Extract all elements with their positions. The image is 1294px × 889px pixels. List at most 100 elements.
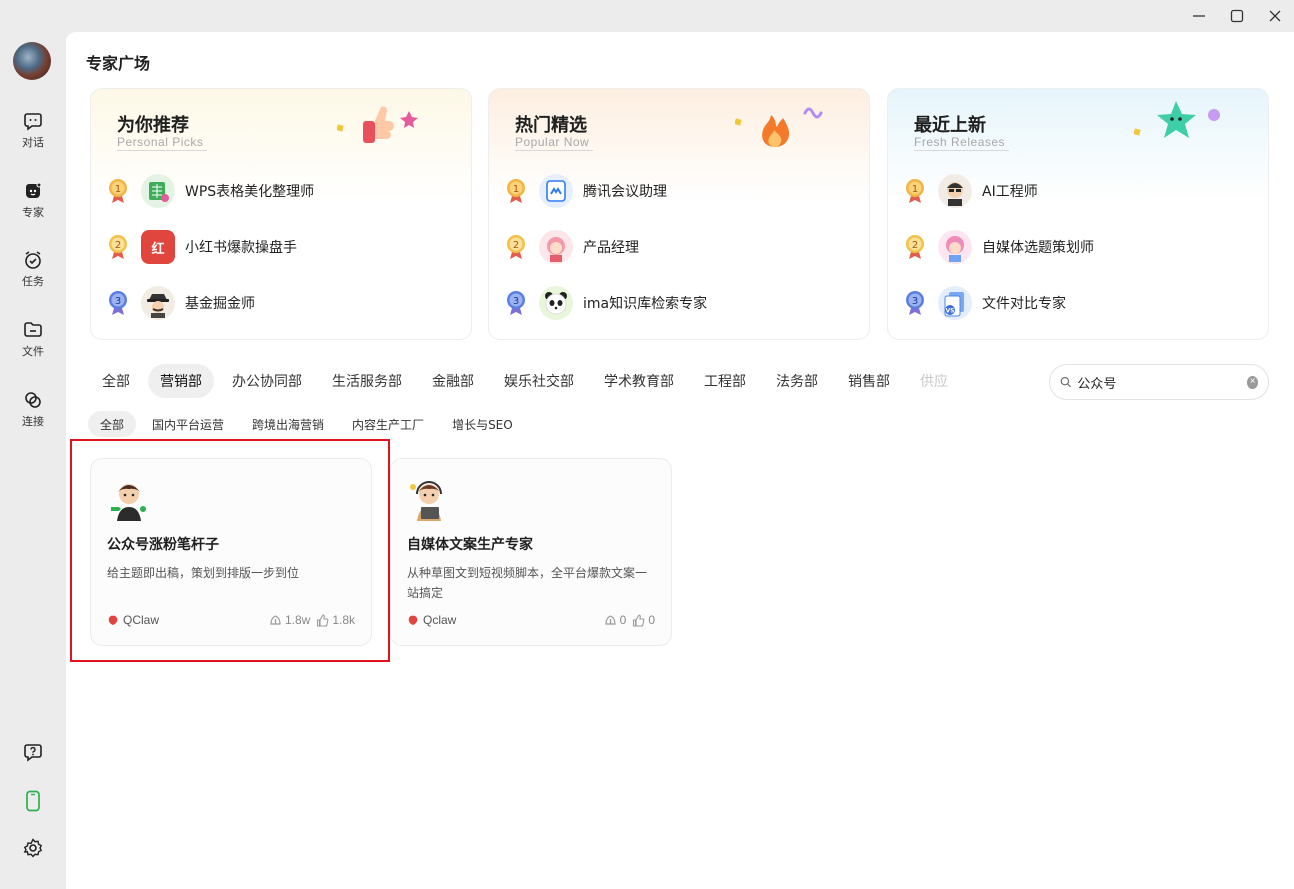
svg-text:1: 1 [912,184,918,195]
tab-office[interactable]: 办公协同部 [220,364,314,398]
expert-card[interactable]: 自媒体文案生产专家 从种草图文到短视频脚本，全平台爆款文案一站搞定 Qclaw … [390,458,672,646]
phone-icon [26,790,40,812]
sidebar-item-files[interactable]: 文件 [0,319,66,359]
subtab-growth-seo[interactable]: 增长与SEO [440,411,525,437]
window-controls [1180,0,1294,32]
list-item[interactable]: 3 ima知识库检索专家 [505,283,707,323]
expert-name: AI工程师 [982,184,1038,200]
list-item[interactable]: 1 腾讯会议助理 [505,171,667,211]
help-button[interactable] [0,742,66,762]
subcategory-tabs: 全部 国内平台运营 跨境出海营销 内容生产工厂 增长与SEO [88,411,529,437]
thumbs-up-icon [633,613,645,627]
user-avatar[interactable] [13,42,51,80]
tab-sales[interactable]: 销售部 [836,364,902,398]
featured-title: 热门精选 [515,115,587,136]
sidebar: 对话 专家 任务 文件 连接 [0,0,66,889]
subtab-content[interactable]: 内容生产工厂 [340,411,436,437]
search-input[interactable] [1077,374,1248,390]
close-icon [1269,10,1281,22]
tab-all[interactable]: 全部 [90,364,142,398]
author: Qclaw [407,613,456,627]
list-item[interactable]: 2 自媒体选题策划师 [904,227,1094,267]
sidebar-item-label: 文件 [22,345,44,358]
usage-icon [605,614,616,625]
tab-education[interactable]: 学术教育部 [592,364,686,398]
flame-icon [735,107,823,147]
svg-text:3: 3 [115,296,121,307]
close-button[interactable] [1256,0,1294,32]
bronze-medal-icon: 3 [904,290,926,316]
tab-entertainment[interactable]: 娱乐社交部 [492,364,586,398]
thumbs-up-icon [337,106,418,143]
silver-medal-icon: 2 [505,234,527,260]
featured-card-popular: 热门精选 Popular Now 1 腾讯会议助理 2 产品经理 3 ima知识… [488,88,870,340]
xiaohongshu-logo: 红 [141,230,175,264]
svg-text:2: 2 [912,240,918,251]
settings-button[interactable] [0,838,66,858]
mobile-button[interactable] [0,790,66,812]
expert-name: 基金掘金师 [185,296,255,312]
tab-legal[interactable]: 法务部 [764,364,830,398]
author-name: Qclaw [423,613,457,627]
sidebar-item-connect[interactable]: 连接 [0,389,66,429]
maximize-icon [1230,9,1244,23]
gold-medal-icon: 1 [505,178,527,204]
clear-icon[interactable]: × [1247,375,1258,389]
help-icon [24,744,42,762]
silver-medal-icon: 2 [904,234,926,260]
expert-name: 文件对比专家 [982,296,1066,312]
tencent-meeting-icon [539,174,573,208]
tab-finance[interactable]: 金融部 [420,364,486,398]
like-count: 0 [648,613,655,627]
sidebar-item-expert[interactable]: 专家 [0,180,66,220]
featured-card-recommend: 为你推荐 Personal Picks 1 WPS表格美化整理师 2 红 小红书… [90,88,472,340]
bronze-medal-icon: 3 [107,290,129,316]
expert-stats: 0 0 [604,613,655,627]
subtab-all[interactable]: 全部 [88,411,137,437]
tab-engineering[interactable]: 工程部 [692,364,758,398]
svg-text:1: 1 [513,184,519,195]
subtab-domestic[interactable]: 国内平台运营 [140,411,236,437]
expert-name: ima知识库检索专家 [583,296,708,312]
page-title: 专家广场 [86,54,151,73]
ai-engineer-avatar-icon [938,174,972,208]
search-box[interactable]: × [1049,364,1269,400]
expert-icon [22,180,44,202]
qclaw-logo-icon [408,615,418,625]
gear-icon [23,838,43,858]
minimize-button[interactable] [1180,0,1218,32]
sidebar-item-chat[interactable]: 对话 [0,110,66,150]
silver-medal-icon: 2 [107,234,129,260]
list-item[interactable]: 2 产品经理 [505,227,639,267]
sidebar-item-label: 专家 [22,206,44,219]
category-tabs: 全部 营销部 办公协同部 生活服务部 金融部 娱乐社交部 学术教育部 工程部 法… [90,364,1010,398]
tab-marketing[interactable]: 营销部 [148,364,214,398]
maximize-button[interactable] [1218,0,1256,32]
product-manager-avatar-icon [539,230,573,264]
tab-life-service[interactable]: 生活服务部 [320,364,414,398]
excel-sheet-icon [141,174,175,208]
tab-supply[interactable]: 供应 [908,364,960,398]
svg-text:VS: VS [946,308,955,315]
sidebar-item-task[interactable]: 任务 [0,249,66,289]
subtab-overseas[interactable]: 跨境出海营销 [240,411,336,437]
list-item[interactable]: 1 AI工程师 [904,171,1038,211]
search-icon [1060,376,1071,388]
link-icon [22,389,44,411]
featured-title: 为你推荐 [117,115,189,136]
list-item[interactable]: 1 WPS表格美化整理师 [107,171,314,211]
expert-description: 从种草图文到短视频脚本，全平台爆款文案一站搞定 [407,566,648,600]
expert-name: 自媒体选题策划师 [982,240,1094,256]
list-item[interactable]: 2 红 小红书爆款操盘手 [107,227,297,267]
sidebar-item-label: 连接 [22,415,44,428]
featured-subtitle: Fresh Releases [914,135,1010,151]
copywriter-avatar-icon [410,481,442,521]
gold-medal-icon: 1 [904,178,926,204]
list-item[interactable]: 3 VS 文件对比专家 [904,283,1066,323]
sidebar-item-label: 对话 [22,136,44,149]
sidebar-item-label: 任务 [22,275,44,288]
usage-count: 0 [619,613,627,627]
featured-subtitle: Popular Now [515,135,594,151]
list-item[interactable]: 3 基金掘金师 [107,283,255,323]
chat-icon [22,110,44,132]
